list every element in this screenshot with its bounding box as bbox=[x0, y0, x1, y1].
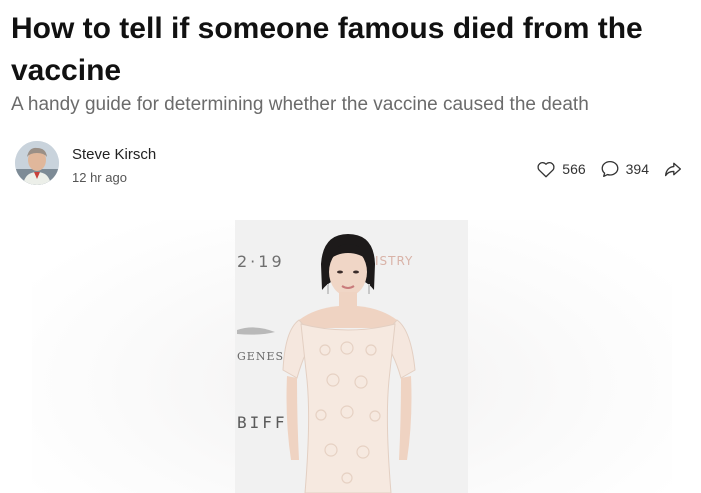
avatar-portrait-icon bbox=[15, 141, 59, 185]
comment-icon bbox=[601, 160, 619, 178]
backdrop-brand-text: ISTRY bbox=[375, 254, 413, 268]
backdrop-sponsor-text: GENES bbox=[237, 350, 284, 363]
byline: Steve Kirsch 12 hr ago 566 394 bbox=[11, 140, 691, 188]
share-button[interactable] bbox=[663, 160, 683, 178]
author-avatar[interactable] bbox=[15, 141, 59, 185]
article-title: How to tell if someone famous died from … bbox=[11, 12, 643, 87]
author-name[interactable]: Steve Kirsch bbox=[72, 146, 156, 163]
backdrop-event-text: BIFF bbox=[237, 413, 288, 432]
heart-icon bbox=[537, 162, 555, 178]
post-time: 12 hr ago bbox=[72, 170, 127, 185]
post-actions: 566 394 bbox=[522, 160, 683, 178]
like-count: 566 bbox=[562, 161, 586, 177]
article-page: How to tell if someone famous died from … bbox=[0, 0, 701, 493]
like-button[interactable]: 566 bbox=[536, 160, 586, 178]
hero-photo: 2·19 ISTRY GENES BIFF bbox=[235, 220, 468, 493]
share-icon bbox=[664, 162, 682, 177]
comment-count: 394 bbox=[625, 161, 649, 177]
backdrop-year-text: 2·19 bbox=[237, 252, 285, 271]
article-subtitle: A handy guide for determining whether th… bbox=[11, 94, 589, 115]
hero-image[interactable]: 2·19 ISTRY GENES BIFF bbox=[235, 220, 468, 493]
comment-button[interactable]: 394 bbox=[600, 160, 649, 178]
